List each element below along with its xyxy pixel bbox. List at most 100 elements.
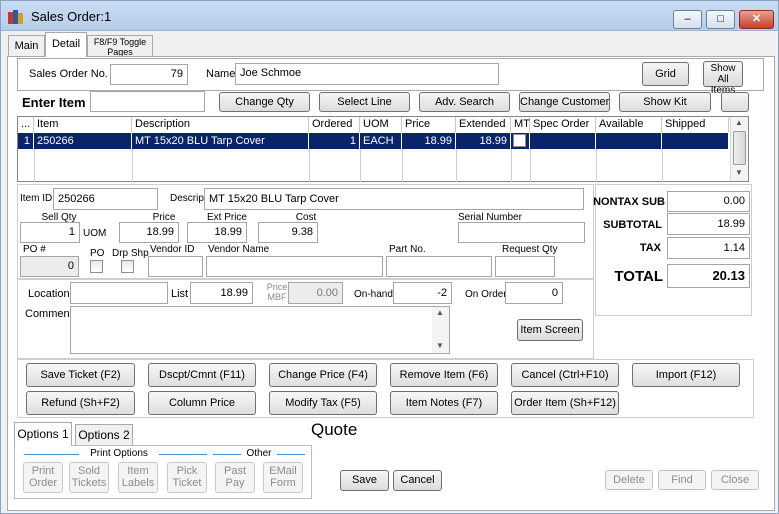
tab-options-2[interactable]: Options 2 xyxy=(75,424,133,446)
save-button[interactable]: Save xyxy=(340,470,389,491)
dscpt-cmnt-button[interactable]: Dscpt/Cmnt (F11) xyxy=(148,363,256,387)
comment-textarea[interactable]: ▲ ▼ xyxy=(70,306,450,354)
col-header-rownum[interactable]: ... xyxy=(18,117,34,132)
past-pay-button[interactable]: Past Pay xyxy=(215,462,255,493)
refund-button[interactable]: Refund (Sh+F2) xyxy=(26,391,135,415)
scroll-up-icon[interactable]: ▲ xyxy=(436,308,444,318)
descrip-field[interactable]: MT 15x20 BLU Tarp Cover xyxy=(204,188,584,210)
sell-qty-field[interactable]: 1 xyxy=(20,222,80,243)
vendor-id-field[interactable] xyxy=(148,256,203,277)
col-header-ordered[interactable]: Ordered xyxy=(309,117,360,132)
tab-main[interactable]: Main xyxy=(8,35,45,56)
extra-button[interactable] xyxy=(721,92,749,112)
delete-button[interactable]: Delete xyxy=(605,470,653,490)
cell-uom: EACH xyxy=(360,133,402,149)
change-qty-button[interactable]: Change Qty xyxy=(219,92,310,112)
sold-tickets-button[interactable]: Sold Tickets xyxy=(69,462,109,493)
drp-shp-checkbox[interactable] xyxy=(121,260,134,273)
grid-scrollbar[interactable]: ▲ ▼ xyxy=(730,117,748,181)
show-kit-button[interactable]: Show Kit xyxy=(619,92,711,112)
tab-options-1[interactable]: Options 1 xyxy=(14,422,72,446)
cancel-button[interactable]: Cancel xyxy=(393,470,442,491)
po-label: PO xyxy=(90,248,105,259)
change-price-button[interactable]: Change Price (F4) xyxy=(269,363,377,387)
btn-line2: Labels xyxy=(121,477,155,489)
print-order-button[interactable]: Print Order xyxy=(23,462,63,493)
email-form-button[interactable]: EMail Form xyxy=(263,462,303,493)
show-all-items-button[interactable]: Show All Items xyxy=(703,61,743,96)
part-no-field[interactable] xyxy=(386,256,492,277)
scroll-up-icon[interactable]: ▲ xyxy=(735,118,743,127)
location-field[interactable] xyxy=(70,282,168,304)
total-label: TOTAL xyxy=(614,268,663,285)
col-header-available[interactable]: Available xyxy=(596,117,662,132)
serial-number-field[interactable] xyxy=(458,222,585,243)
cell-spec-order xyxy=(530,133,596,149)
request-qty-field[interactable] xyxy=(495,256,555,277)
item-notes-button[interactable]: Item Notes (F7) xyxy=(390,391,498,415)
title-bar: Sales Order:1 – □ ✕ xyxy=(1,1,778,31)
scroll-down-icon[interactable]: ▼ xyxy=(436,341,444,351)
order-item-button[interactable]: Order Item (Sh+F12) xyxy=(511,391,619,415)
close-window-button[interactable]: ✕ xyxy=(739,10,774,29)
uom-label: UOM xyxy=(83,228,107,239)
cell-shipped xyxy=(662,133,729,149)
minimize-button[interactable]: – xyxy=(673,10,702,29)
descrip-label: Descrip xyxy=(170,193,204,204)
col-header-spec-order[interactable]: Spec Order xyxy=(530,117,596,132)
modify-tax-button[interactable]: Modify Tax (F5) xyxy=(269,391,377,415)
grid-button[interactable]: Grid xyxy=(642,62,689,86)
scroll-thumb[interactable] xyxy=(733,131,746,165)
select-line-button[interactable]: Select Line xyxy=(319,92,410,112)
total-value: 20.13 xyxy=(667,264,750,288)
enter-item-input[interactable] xyxy=(90,91,205,112)
import-button[interactable]: Import (F12) xyxy=(632,363,740,387)
price-field[interactable]: 18.99 xyxy=(119,222,179,243)
order-no-field[interactable]: 79 xyxy=(110,64,188,85)
col-header-mt[interactable]: MT xyxy=(511,117,530,132)
vendor-name-field[interactable] xyxy=(206,256,383,277)
mt-checkbox[interactable] xyxy=(513,134,526,147)
col-header-price[interactable]: Price xyxy=(402,117,456,132)
change-customer-button[interactable]: Change Customer xyxy=(519,92,610,112)
col-header-item[interactable]: Item xyxy=(34,117,132,132)
name-label: Name xyxy=(206,68,236,80)
save-ticket-button[interactable]: Save Ticket (F2) xyxy=(26,363,135,387)
item-id-field[interactable]: 250266 xyxy=(53,188,158,210)
pick-ticket-button[interactable]: Pick Ticket xyxy=(167,462,207,493)
nontax-sub-label: NONTAX SUB xyxy=(593,196,665,208)
tab-toggle-pages[interactable]: F8/F9 Toggle Pages xyxy=(87,35,153,57)
col-header-uom[interactable]: UOM xyxy=(360,117,402,132)
comment-label: Comment xyxy=(25,308,73,320)
maximize-button[interactable]: □ xyxy=(706,10,735,29)
table-row[interactable]: 1 250266 MT 15x20 BLU Tarp Cover 1 EACH … xyxy=(18,133,729,149)
col-header-description[interactable]: Description xyxy=(132,117,309,132)
scroll-down-icon[interactable]: ▼ xyxy=(735,168,743,177)
ext-price-field[interactable]: 18.99 xyxy=(187,222,247,243)
order-no-label: Sales Order No. xyxy=(29,68,108,80)
close-button[interactable]: Close xyxy=(711,470,759,490)
list-price-field[interactable]: 18.99 xyxy=(190,282,253,304)
col-header-shipped[interactable]: Shipped xyxy=(662,117,729,132)
part-no-label: Part No. xyxy=(389,244,426,255)
item-labels-button[interactable]: Item Labels xyxy=(118,462,158,493)
request-qty-label: Request Qty xyxy=(502,244,558,255)
cost-field[interactable]: 9.38 xyxy=(258,222,318,243)
cell-available xyxy=(596,133,662,149)
adv-search-button[interactable]: Adv. Search xyxy=(419,92,510,112)
tab-detail[interactable]: Detail xyxy=(45,32,87,57)
order-lines-grid[interactable]: ... Item Description Ordered UOM Price E… xyxy=(17,116,749,182)
po-num-field[interactable]: 0 xyxy=(20,256,79,277)
column-price-button[interactable]: Column Price xyxy=(148,391,256,415)
po-checkbox[interactable] xyxy=(90,260,103,273)
remove-item-button[interactable]: Remove Item (F6) xyxy=(390,363,498,387)
col-header-extended[interactable]: Extended xyxy=(456,117,511,132)
customer-name-field[interactable]: Joe Schmoe xyxy=(235,63,499,85)
cancel-ticket-button[interactable]: Cancel (Ctrl+F10) xyxy=(511,363,619,387)
cell-item: 250266 xyxy=(34,133,132,149)
item-screen-button[interactable]: Item Screen xyxy=(517,319,583,341)
on-hand-field: -2 xyxy=(393,282,452,304)
list-label: List xyxy=(171,288,189,300)
find-button[interactable]: Find xyxy=(658,470,706,490)
comment-scrollbar[interactable]: ▲ ▼ xyxy=(432,307,449,353)
